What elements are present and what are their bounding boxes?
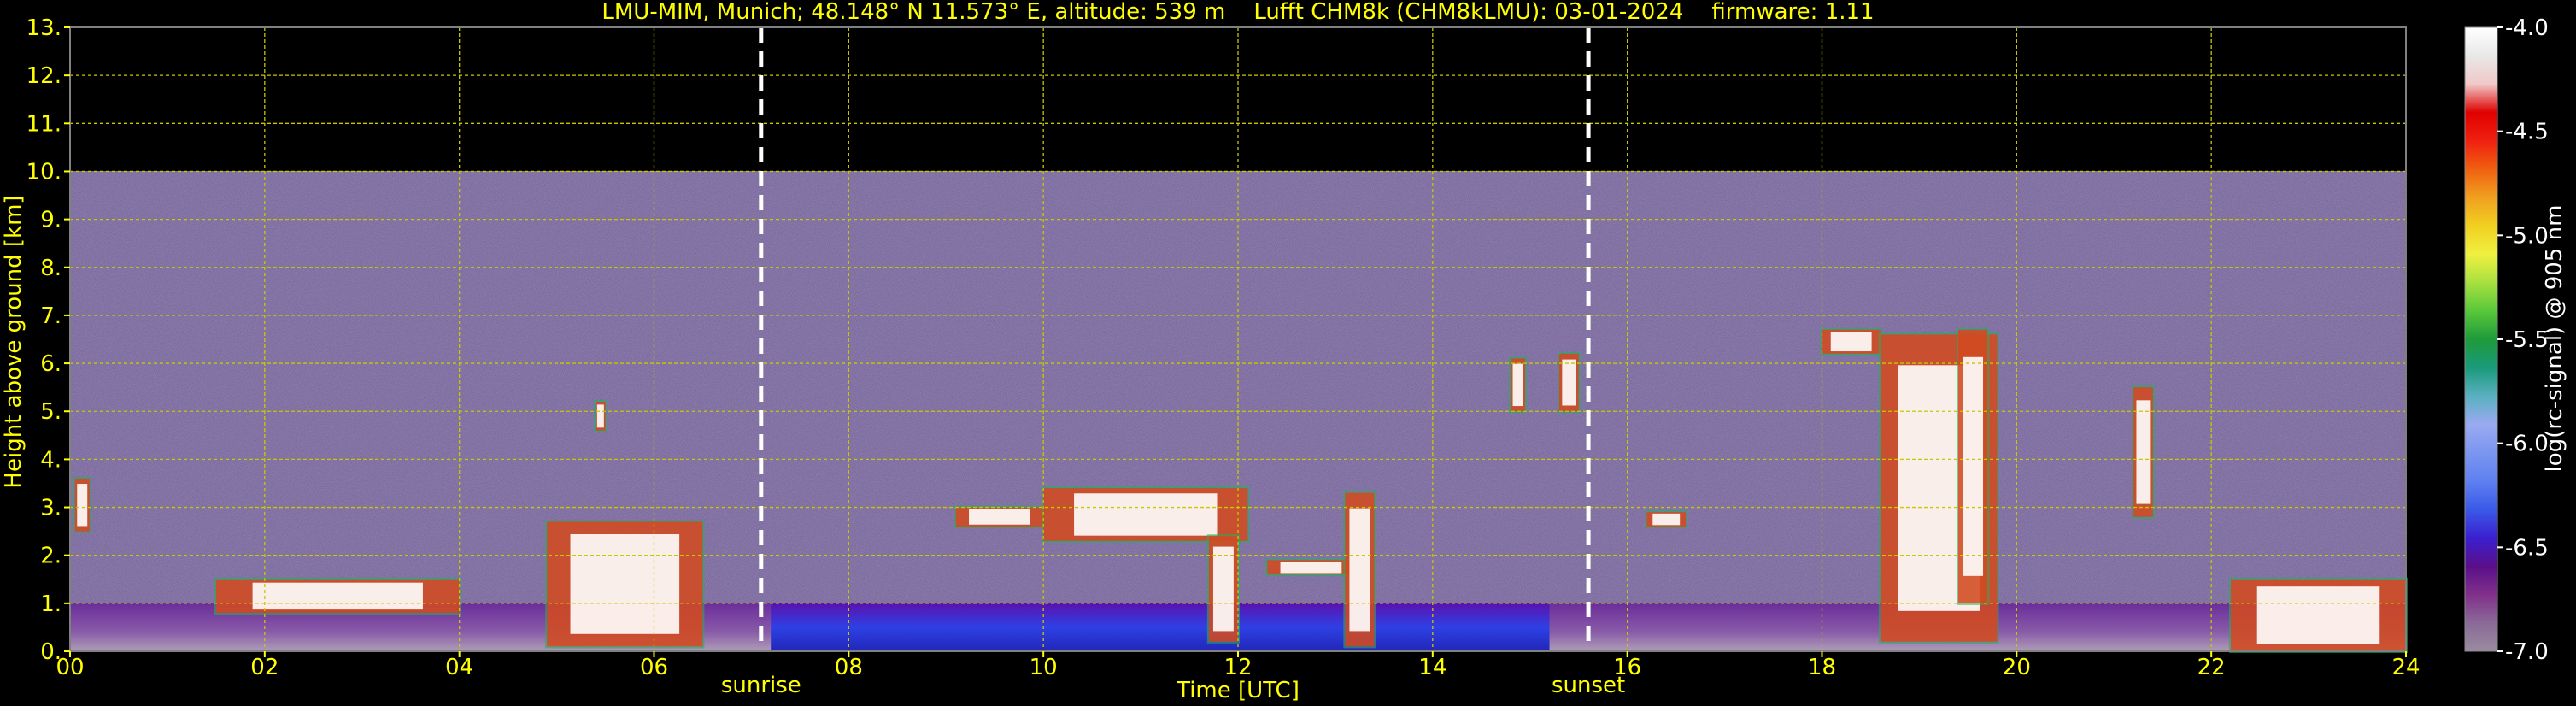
colorbar-ticks: -4.0-4.5-5.0-5.5-6.0-6.5-7.0 [2497,15,2549,665]
y-tick-label: 0. [40,639,62,665]
y-tick-label: 4. [40,447,62,473]
x-tick-label: 12 [1223,655,1252,680]
y-tick-label: 3. [40,496,62,521]
y-tick-label: 12. [26,63,62,89]
y-tick-label: 8. [40,256,62,281]
x-tick-label: 04 [445,655,473,680]
cloud-core-8 [1349,508,1370,632]
colorbar [2464,26,2498,652]
cloud-core-6 [1212,546,1234,632]
cloud-core-12 [1830,332,1872,352]
y-tick-label: 9. [40,208,62,233]
x-tick-label: 14 [1418,655,1446,680]
cloud-core-10 [1562,359,1576,406]
cloud-core-5 [1074,493,1218,536]
cloud-core-7 [1280,561,1342,574]
colorbar-tick-label: -7.0 [2505,639,2549,665]
x-tick-label: 16 [1613,655,1641,680]
cloud-core-2 [596,404,604,428]
colorbar-tick-label: -4.5 [2505,120,2549,145]
y-tick-label: 2. [40,544,62,569]
x-tick-label: 22 [2198,655,2226,680]
y-tick-label: 13. [26,15,62,41]
x-tick-label: 18 [1808,655,1836,680]
cloud-core-3 [570,533,680,634]
y-axis-label: Height above ground [km] [1,195,26,488]
colorbar-tick-label: -4.0 [2505,15,2549,41]
y-tick-label: 11. [26,111,62,137]
cloud-core-15 [2136,400,2151,504]
y-tick-label: 5. [40,399,62,425]
y-axis: 0. 1. 2. 3. 4. 5. 6. 7. 8. 9. 10. 11. 12. 13. [26,15,70,665]
y-tick-label: 1. [40,591,62,617]
x-tick-label: 20 [2003,655,2031,680]
cloud-core-11 [1652,513,1681,526]
cloud-core-0 [77,484,88,527]
cloud-core-1 [252,582,423,610]
x-tick-label: 08 [835,655,863,680]
x-tick-label: 10 [1030,655,1058,680]
colorbar-label: log(rc-signal) @ 905 nm [2542,205,2567,473]
x-tick-label: 24 [2391,655,2420,680]
x-axis: 00 02 04 06 08 10 12 14 16 18 20 22 24 [56,651,2421,680]
sunrise-label: sunrise [721,673,801,698]
y-tick-label: 7. [40,303,62,329]
y-tick-label: 6. [40,351,62,377]
cloud-core-9 [1512,363,1523,407]
colorbar-tick-label: -6.5 [2505,535,2549,561]
ceilometer-chart: sunrise sunset 00 02 04 06 08 10 12 14 16 18 20 22 24… [1,0,2567,703]
cloud-core-14 [1963,356,1984,576]
x-axis-label: Time [UTC] [1176,678,1300,703]
chart-title: LMU-MIM, Munich; 48.148° N 11.573° E, al… [601,0,1874,25]
cloud-core-4 [969,509,1030,525]
x-tick-label: 06 [640,655,668,680]
x-tick-label: 02 [250,655,279,680]
cloud-core-16 [2256,586,2380,644]
y-tick-label: 10. [26,159,62,185]
